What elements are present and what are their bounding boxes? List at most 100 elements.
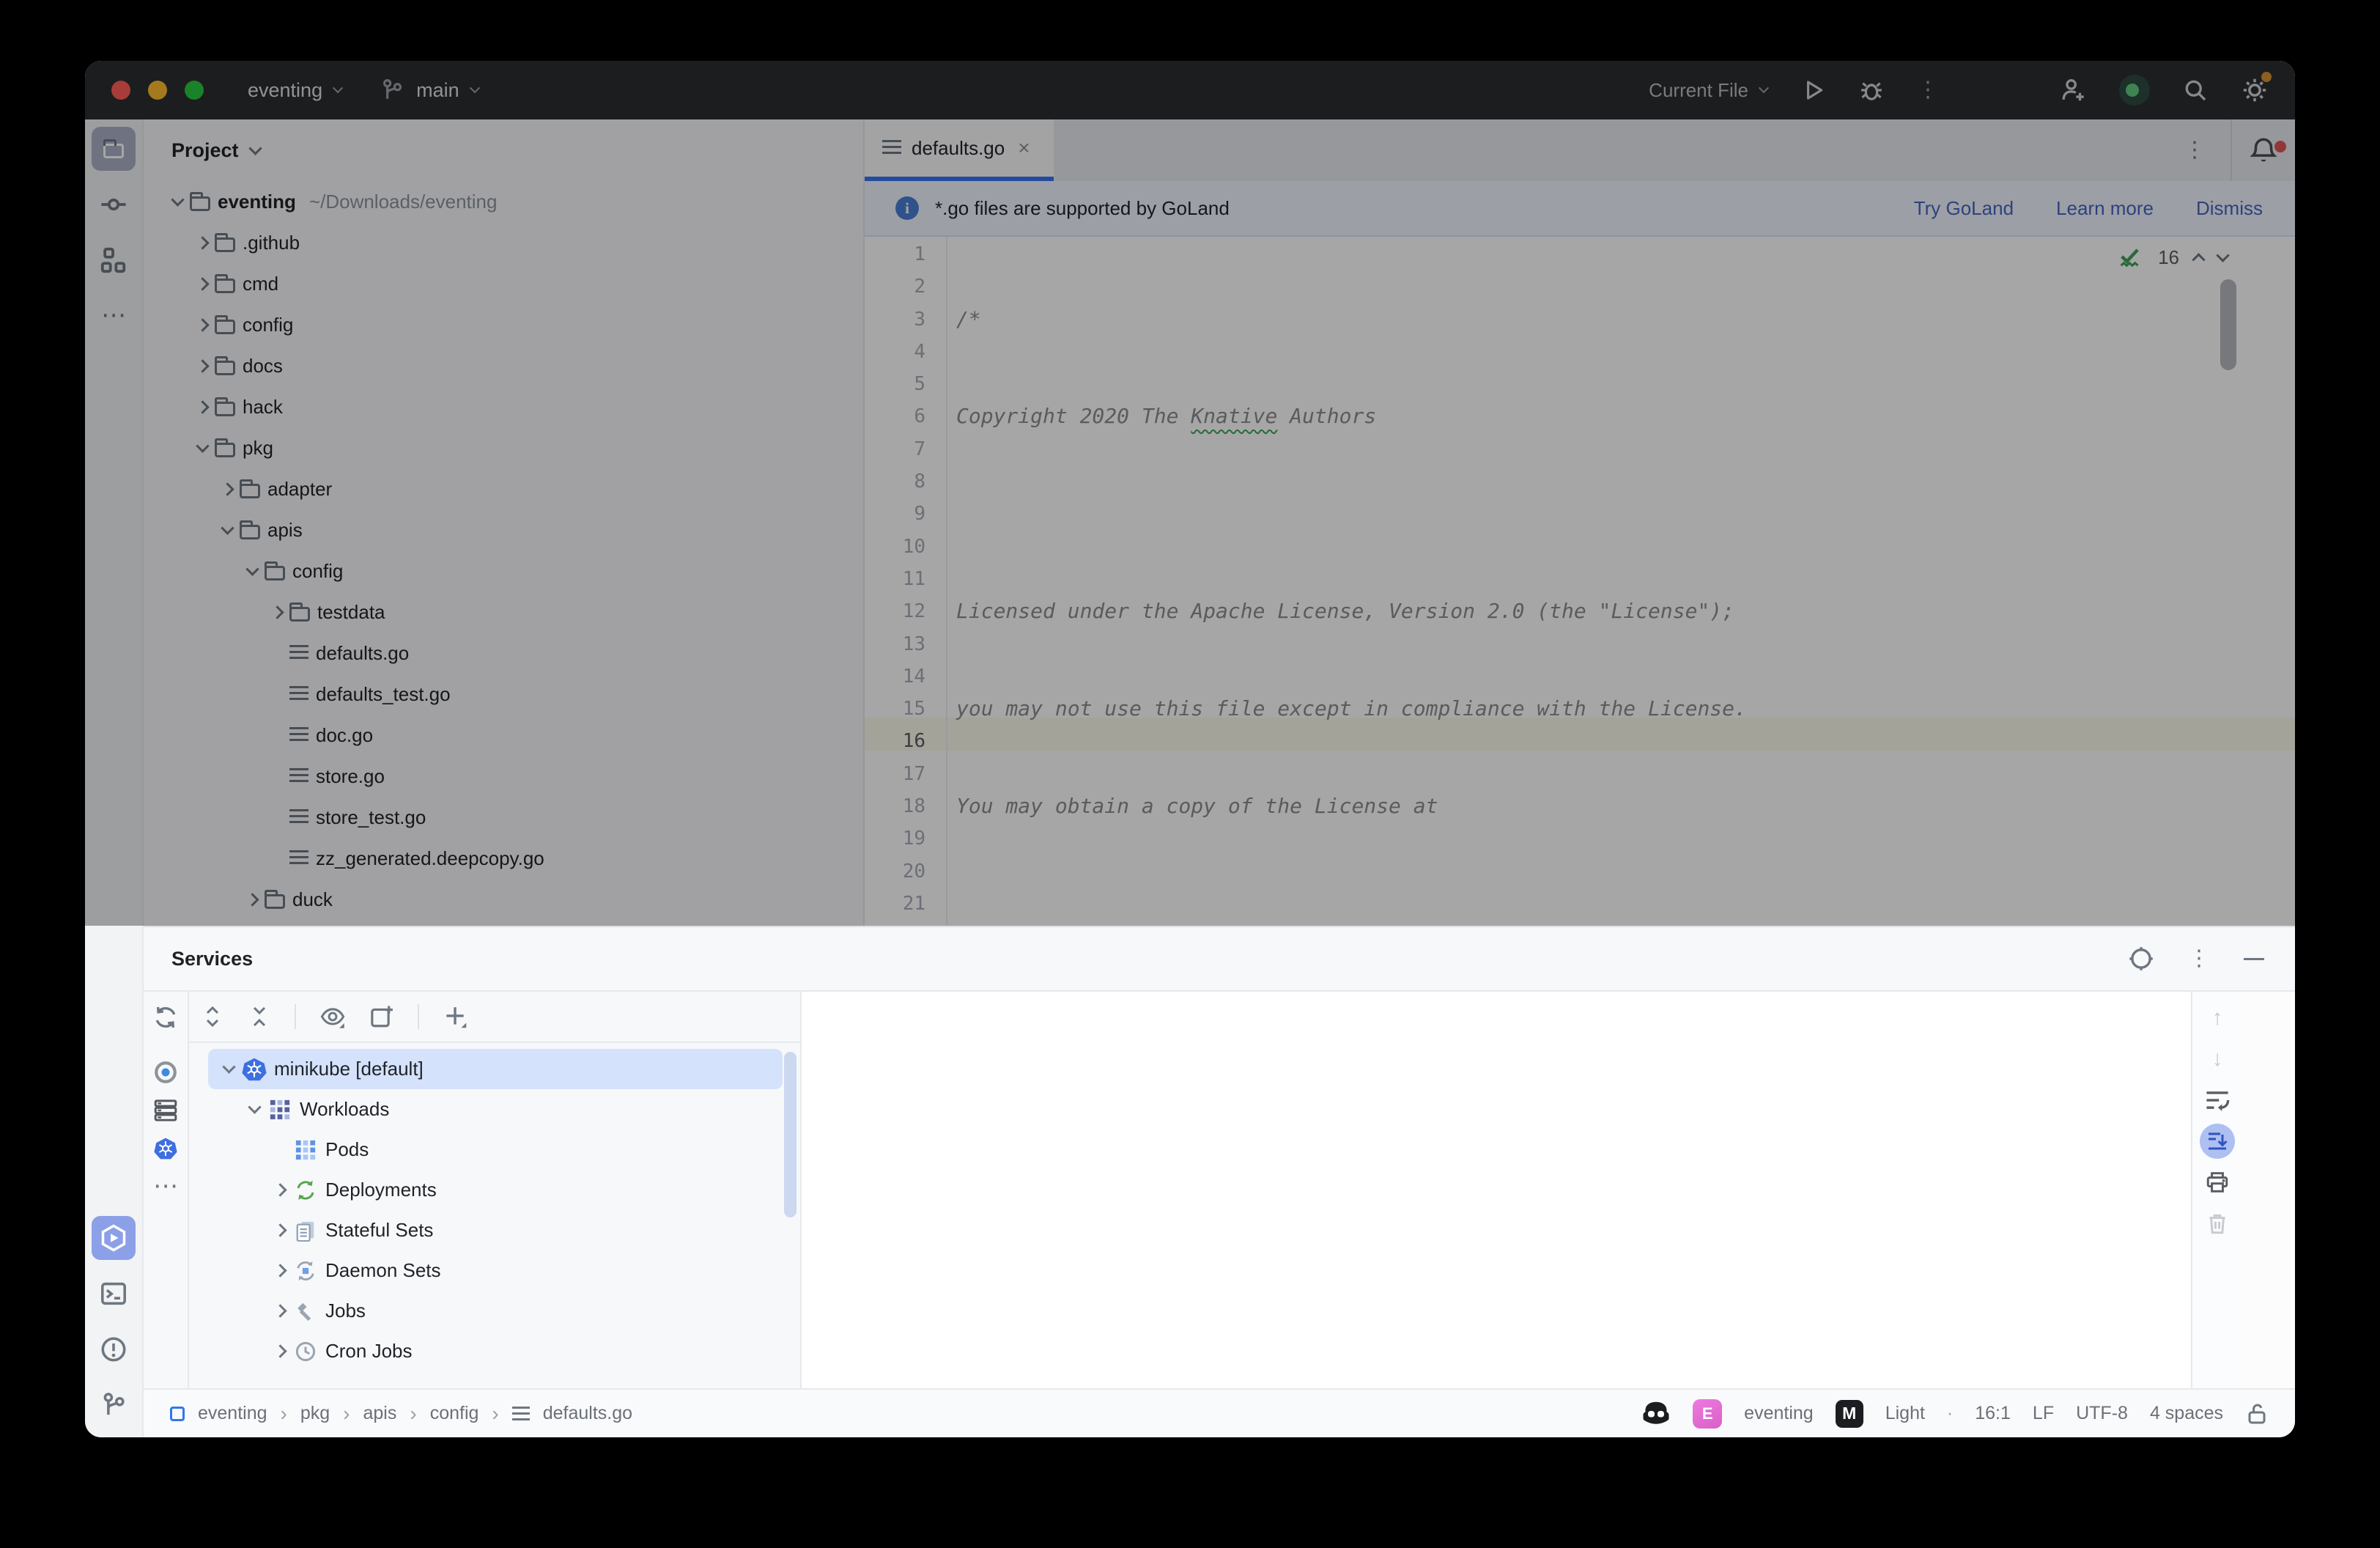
tab-options-button[interactable]: ⋮: [2159, 139, 2231, 161]
down-button[interactable]: ↓: [2212, 1039, 2223, 1080]
inspection-widget[interactable]: 16: [2117, 244, 2228, 270]
stripe-services-button[interactable]: [92, 1216, 136, 1260]
prev-problem-button[interactable]: [2192, 253, 2205, 266]
try-goland-link[interactable]: Try GoLand: [1914, 197, 2014, 220]
tree-row-store-test-go[interactable]: store_test.go: [144, 797, 863, 838]
services-options-button[interactable]: ⋮: [2188, 948, 2210, 970]
code-with-me-icon[interactable]: [2059, 76, 2087, 104]
tree-row-hack[interactable]: hack: [144, 386, 863, 427]
close-window-button[interactable]: [111, 81, 130, 100]
svc-row-daemon-sets[interactable]: Daemon Sets: [208, 1250, 783, 1291]
next-problem-button[interactable]: [2216, 248, 2229, 262]
tree-row-duck[interactable]: duck: [144, 879, 863, 920]
env-badge[interactable]: E: [1693, 1399, 1722, 1429]
theme-badge[interactable]: M: [1836, 1400, 1863, 1428]
line-number: 11: [865, 563, 925, 595]
stripe-problems-button[interactable]: [92, 1327, 136, 1371]
tree-row-testdata[interactable]: testdata: [144, 591, 863, 633]
breadcrumb-eventing[interactable]: eventing: [198, 1403, 267, 1424]
code-area[interactable]: /* Copyright 2020 The Knative Authors Li…: [947, 237, 2295, 926]
stripe-terminal-button[interactable]: [92, 1272, 136, 1316]
copilot-status-icon[interactable]: [1641, 1399, 1671, 1429]
add-service-button[interactable]: [443, 1004, 468, 1029]
hide-panel-button[interactable]: [2244, 958, 2264, 960]
tree-row-cmd[interactable]: cmd: [144, 263, 863, 304]
stripe-structure-button[interactable]: [92, 238, 136, 282]
kubernetes-contexts-button[interactable]: [154, 1129, 177, 1168]
editor-body[interactable]: 1 2 3 4 5 6 7 8 9 10 11 12 13: [865, 237, 2295, 926]
services-detail-area[interactable]: [802, 992, 2191, 1388]
svc-row-pods[interactable]: Pods: [208, 1129, 783, 1170]
open-in-new-tab-button[interactable]: [369, 1004, 394, 1029]
caret-position[interactable]: 16:1: [1975, 1403, 2011, 1424]
tree-row-doc-go[interactable]: doc.go: [144, 715, 863, 756]
run-config-selector[interactable]: Current File: [1649, 79, 1767, 102]
stripe-project-button[interactable]: [92, 127, 136, 171]
tree-row-apis[interactable]: apis: [144, 509, 863, 550]
tree-row-adapter[interactable]: adapter: [144, 468, 863, 509]
editor-area: defaults.go × ⋮: [865, 119, 2295, 926]
avatar[interactable]: [2119, 75, 2150, 106]
run-button[interactable]: [1801, 78, 1826, 103]
theme-name[interactable]: Light: [1885, 1403, 1925, 1424]
svc-row-cron-jobs[interactable]: Cron Jobs: [208, 1331, 783, 1371]
print-button[interactable]: [2205, 1162, 2230, 1203]
stripe-more-button[interactable]: ⋯: [92, 294, 136, 338]
indent-style[interactable]: 4 spaces: [2150, 1403, 2223, 1424]
expand-all-button[interactable]: [201, 1005, 224, 1028]
scroll-to-end-button[interactable]: [2200, 1121, 2235, 1162]
zoom-window-button[interactable]: [185, 81, 204, 100]
services-scrollbar-thumb[interactable]: [784, 1052, 797, 1217]
view-options-button[interactable]: [319, 1003, 346, 1030]
svc-row-workloads[interactable]: Workloads: [208, 1089, 783, 1129]
up-button[interactable]: ↑: [2212, 998, 2223, 1039]
project-panel-header[interactable]: Project: [144, 119, 863, 181]
tree-row-docs[interactable]: docs: [144, 345, 863, 386]
search-icon[interactable]: [2182, 77, 2209, 103]
tree-row-config[interactable]: config: [144, 304, 863, 345]
tree-row-pkg[interactable]: pkg: [144, 427, 863, 468]
close-tab-icon[interactable]: ×: [1018, 136, 1030, 160]
svc-row-minikube[interactable]: minikube [default]: [208, 1049, 783, 1089]
tab-defaults-go[interactable]: defaults.go ×: [865, 119, 1054, 181]
breadcrumb-defaults-go[interactable]: defaults.go: [543, 1403, 632, 1424]
servers-list-button[interactable]: [153, 1091, 178, 1129]
file-encoding[interactable]: UTF-8: [2076, 1403, 2128, 1424]
soft-wrap-button[interactable]: [2204, 1080, 2231, 1121]
minimize-window-button[interactable]: [148, 81, 167, 100]
debug-button[interactable]: [1858, 77, 1885, 103]
run-dashboard-target-button[interactable]: [153, 1053, 178, 1091]
editor-scrollbar-thumb[interactable]: [2220, 279, 2236, 370]
tree-row-defaults-test-go[interactable]: defaults_test.go: [144, 674, 863, 715]
locate-icon[interactable]: [2128, 946, 2154, 972]
line-separator[interactable]: LF: [2033, 1403, 2054, 1424]
tree-row-eventing[interactable]: eventing ~/Downloads/eventing: [144, 181, 863, 222]
settings-button[interactable]: [2241, 76, 2269, 104]
notifications-button[interactable]: [2232, 136, 2295, 164]
editor-gutter[interactable]: 1 2 3 4 5 6 7 8 9 10 11 12 13: [865, 237, 947, 926]
svc-row-stateful-sets[interactable]: Stateful Sets: [208, 1210, 783, 1250]
lock-icon[interactable]: [2245, 1402, 2269, 1426]
breadcrumb-apis[interactable]: apis: [363, 1403, 397, 1424]
delete-button[interactable]: [2205, 1203, 2230, 1244]
more-actions-button[interactable]: ⋮: [1917, 79, 1939, 101]
tree-row-github[interactable]: .github: [144, 222, 863, 263]
refresh-button[interactable]: [152, 992, 179, 1043]
collapse-all-button[interactable]: [248, 1005, 271, 1028]
stripe-git-button[interactable]: [92, 1383, 136, 1427]
breadcrumb-pkg[interactable]: pkg: [300, 1403, 330, 1424]
svc-row-deployments[interactable]: Deployments: [208, 1170, 783, 1210]
stripe-commit-button[interactable]: [92, 183, 136, 226]
dismiss-link[interactable]: Dismiss: [2196, 197, 2263, 220]
project-selector[interactable]: eventing: [248, 79, 341, 102]
tree-row-store-go[interactable]: store.go: [144, 756, 863, 797]
learn-more-link[interactable]: Learn more: [2056, 197, 2154, 220]
tree-row-apis-config[interactable]: config: [144, 550, 863, 591]
tree-row-defaults-go[interactable]: defaults.go: [144, 633, 863, 674]
tree-row-zz-generated[interactable]: zz_generated.deepcopy.go: [144, 838, 863, 879]
services-more-button[interactable]: ⋯: [153, 1168, 178, 1206]
svc-row-jobs[interactable]: Jobs: [208, 1291, 783, 1331]
breadcrumb-config[interactable]: config: [430, 1403, 479, 1424]
branch-selector[interactable]: main: [380, 78, 478, 103]
env-name[interactable]: eventing: [1744, 1403, 1814, 1424]
